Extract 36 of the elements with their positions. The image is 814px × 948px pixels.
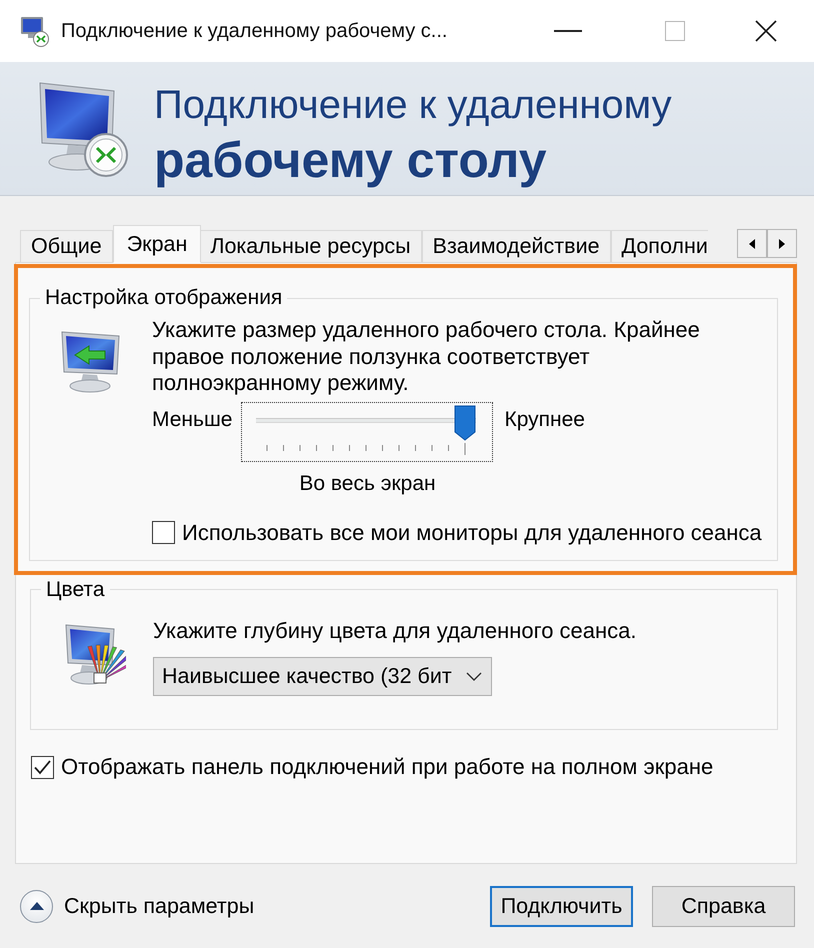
minimize-icon — [554, 30, 582, 32]
header-title: рабочему столу — [154, 130, 548, 188]
checkbox-label: Использовать все мои мониторы для удаленного сеанса — [182, 520, 762, 546]
window-title: Подключение к удаленному рабочему с... — [61, 20, 448, 42]
triangle-right-icon — [779, 238, 785, 248]
tab[interactable]: Взаимодействие — [422, 230, 611, 263]
group-title: Цвета — [45, 578, 106, 602]
checkmark-icon — [34, 760, 51, 774]
slider-value-label: Во весь экран — [299, 472, 436, 496]
checkbox[interactable] — [152, 521, 175, 544]
scroll-right-button[interactable] — [767, 229, 797, 258]
tab[interactable]: Общие — [20, 230, 113, 263]
slider-min-label: Меньше — [152, 406, 232, 432]
caret-up-icon — [30, 902, 44, 910]
tab[interactable]: Дополни — [610, 230, 708, 263]
checkbox[interactable] — [31, 756, 54, 778]
triangle-left-icon — [749, 238, 755, 248]
slider-thumb[interactable] — [454, 404, 476, 440]
scroll-left-button[interactable] — [737, 229, 767, 258]
app-monitor-icon — [19, 15, 51, 47]
description-text: Укажите размер удаленного рабочего стола. Крайнее правое положение ползунка соответствует полноэкранному режиму. — [152, 317, 701, 396]
tab[interactable]: Экран — [112, 225, 202, 263]
color-depth-dropdown[interactable]: Наивысшее качество (32 бит — [153, 657, 492, 696]
tab[interactable]: Локальные ресурсы — [199, 230, 422, 263]
slider-max-label: Крупнее — [504, 406, 585, 432]
close-icon — [755, 20, 777, 42]
collapse-button[interactable] — [20, 890, 53, 922]
header-title: Подключение к удаленному — [154, 82, 672, 128]
hide-options-label[interactable]: Скрыть параметры — [64, 894, 471, 918]
maximize-icon — [665, 21, 685, 41]
group-title: Настройка отображения — [44, 286, 284, 310]
connect-button[interactable]: Подключить — [490, 886, 633, 926]
help-button[interactable]: Справка — [652, 886, 795, 926]
chevron-down-icon — [466, 672, 482, 681]
description-text: Укажите глубину цвета для удаленного сеанса. — [153, 618, 637, 644]
checkbox-label: Отображать панель подключений при работе на полном экране — [61, 754, 714, 780]
